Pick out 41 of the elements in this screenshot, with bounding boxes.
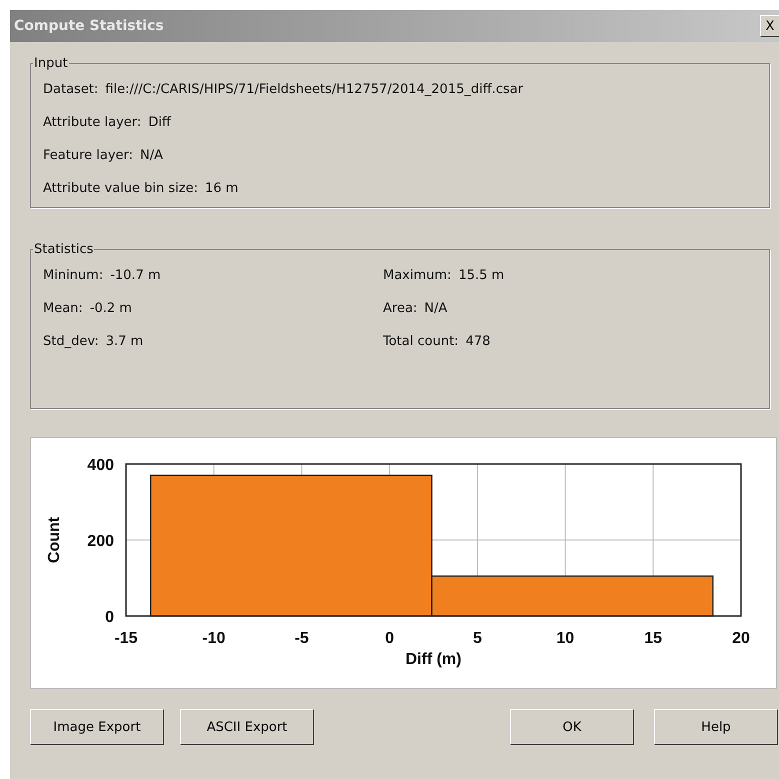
dialog-button[interactable]: Help — [654, 709, 778, 745]
field-label: Attribute layer: — [43, 115, 142, 130]
stat-value: N/A — [424, 301, 448, 316]
dialog-button[interactable]: ASCII Export — [180, 709, 314, 745]
x-tick-label: 0 — [385, 630, 394, 647]
field-label: Attribute value bin size: — [43, 181, 198, 196]
field-value: file:///C:/CARIS/HIPS/71/Fieldsheets/H12757/2014_2015_diff.csar — [105, 82, 524, 97]
stat-value: -0.2 m — [90, 301, 132, 316]
x-tick-label: 15 — [644, 630, 662, 647]
stat-label: Maximum: — [383, 268, 452, 283]
y-tick-label: 0 — [105, 609, 114, 626]
y-tick-label: 200 — [87, 533, 114, 550]
x-tick-label: 20 — [732, 630, 750, 647]
x-tick-label: 10 — [556, 630, 574, 647]
x-axis-title: Diff (m) — [406, 651, 462, 668]
field-value: N/A — [140, 148, 164, 163]
window-title: Compute Statistics — [13, 18, 164, 34]
y-axis-title: Count — [46, 516, 63, 564]
x-tick-label: -15 — [114, 630, 138, 647]
x-tick-label: -5 — [294, 630, 309, 647]
group-title: Statistics — [33, 242, 94, 257]
field-value: Diff — [148, 115, 171, 130]
dialog-button[interactable]: OK — [510, 709, 634, 745]
y-tick-label: 400 — [87, 457, 114, 474]
stat-label: Mininum: — [43, 268, 104, 283]
stat-value: 15.5 m — [458, 268, 504, 283]
stat-value: 3.7 m — [106, 334, 144, 349]
x-tick-label: 5 — [472, 630, 482, 647]
stat-label: Area: — [383, 301, 418, 316]
x-tick-label: -10 — [202, 630, 226, 647]
stat-value: 478 — [466, 334, 490, 349]
stat-label: Mean: — [43, 301, 83, 316]
stat-label: Total count: — [383, 334, 459, 349]
close-button[interactable]: X — [760, 15, 779, 37]
dialog-button[interactable]: Image Export — [30, 709, 164, 745]
stat-value: -10.7 m — [110, 268, 161, 283]
field-value: 16 m — [205, 181, 238, 196]
group-title: Input — [33, 56, 69, 71]
stat-label: Std_dev: — [43, 334, 99, 349]
field-label: Feature layer: — [43, 148, 134, 163]
field-label: Dataset: — [43, 82, 98, 97]
